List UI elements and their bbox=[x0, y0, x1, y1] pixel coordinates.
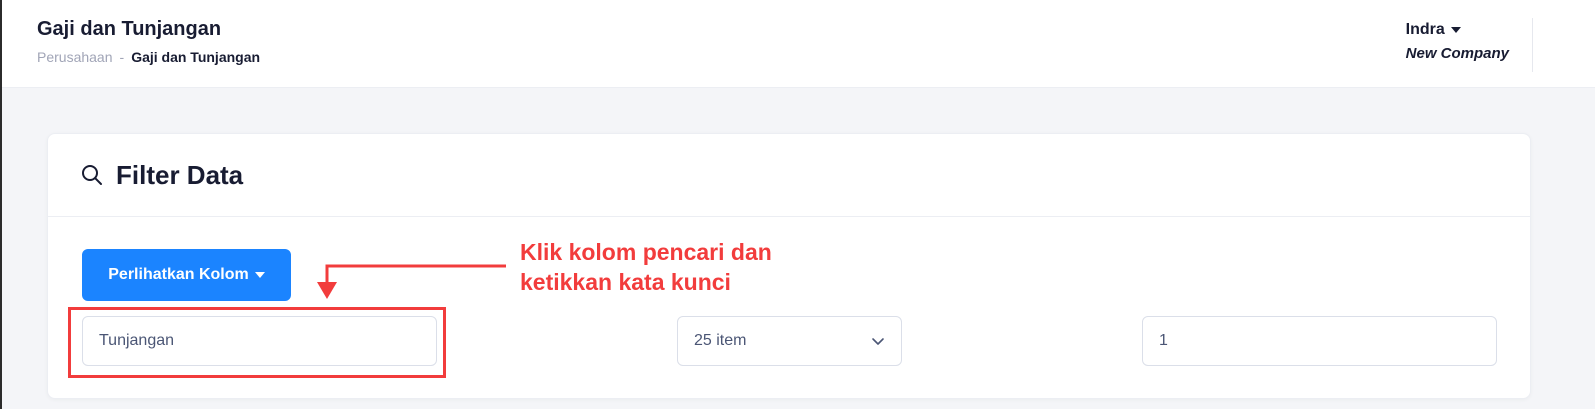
breadcrumb-separator: - bbox=[119, 49, 125, 65]
user-dropdown-toggle[interactable]: Indra bbox=[1406, 21, 1509, 39]
annotation-line-2: ketikkan kata kunci bbox=[520, 269, 731, 295]
breadcrumb-current: Gaji dan Tunjangan bbox=[131, 49, 261, 65]
show-columns-button[interactable]: Perlihatkan Kolom bbox=[82, 249, 291, 301]
topbar-divider bbox=[1532, 18, 1533, 72]
annotation-highlight-box bbox=[68, 307, 446, 378]
page-size-value: 25 item bbox=[694, 332, 747, 349]
page-title: Gaji dan Tunjangan bbox=[37, 18, 222, 40]
filter-card-header: Filter Data bbox=[48, 134, 1530, 217]
search-icon bbox=[82, 165, 102, 185]
breadcrumb-item-perusahaan[interactable]: Perusahaan bbox=[37, 49, 113, 65]
user-name: Indra bbox=[1405, 21, 1445, 38]
user-menu[interactable]: Indra New Company bbox=[1406, 21, 1509, 62]
caret-down-icon bbox=[1450, 27, 1461, 33]
breadcrumb: Perusahaan - Gaji dan Tunjangan bbox=[37, 49, 260, 65]
topbar: Gaji dan Tunjangan Perusahaan - Gaji dan… bbox=[2, 0, 1595, 88]
annotation-text: Klik kolom pencari dan ketikkan kata kun… bbox=[520, 237, 772, 297]
page-number-input[interactable]: 1 bbox=[1142, 316, 1497, 366]
annotation-line-1: Klik kolom pencari dan bbox=[520, 239, 772, 265]
company-name: New Company bbox=[1405, 45, 1509, 62]
chevron-down-icon bbox=[872, 338, 884, 345]
page-number-value: 1 bbox=[1159, 332, 1168, 349]
filter-card-title: Filter Data bbox=[116, 159, 244, 190]
show-columns-label: Perlihatkan Kolom bbox=[108, 266, 249, 283]
caret-down-icon bbox=[254, 272, 265, 278]
page-size-select[interactable]: 25 item bbox=[677, 316, 902, 366]
